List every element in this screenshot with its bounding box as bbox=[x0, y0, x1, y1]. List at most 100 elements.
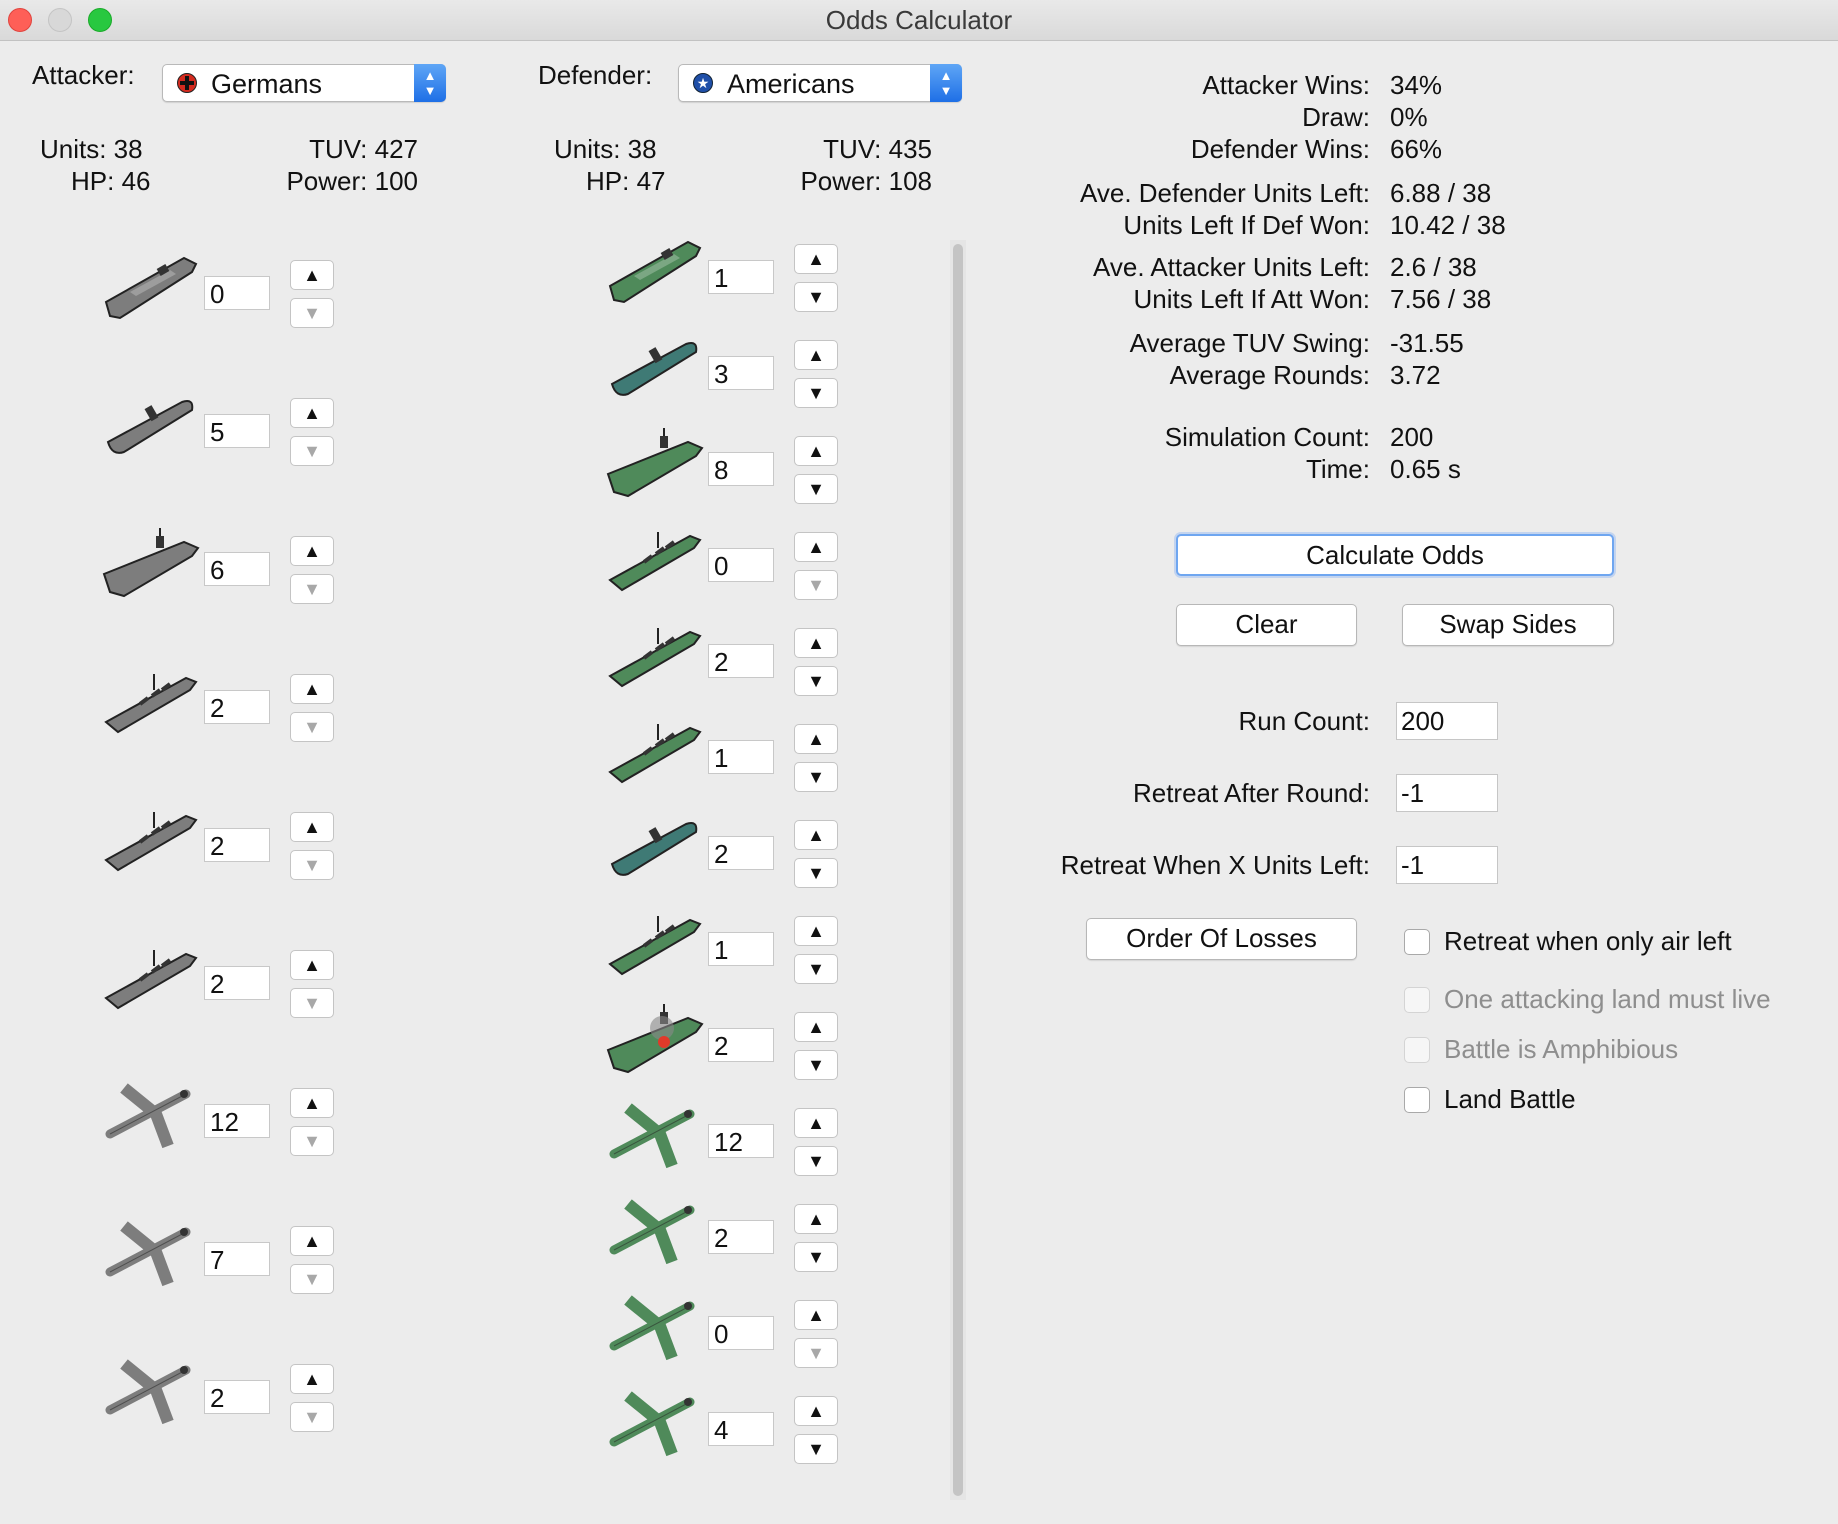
decrement-arrow-icon[interactable]: ▼ bbox=[794, 858, 838, 888]
option-checkbox-label[interactable]: Land Battle bbox=[1444, 1084, 1576, 1115]
decrement-arrow-icon[interactable]: ▼ bbox=[794, 954, 838, 984]
increment-arrow-icon[interactable]: ▲ bbox=[290, 1088, 334, 1118]
decrement-arrow-icon[interactable]: ▼ bbox=[794, 378, 838, 408]
decrement-arrow-icon[interactable]: ▼ bbox=[290, 850, 334, 880]
increment-arrow-icon[interactable]: ▲ bbox=[290, 950, 334, 980]
defender-unit-count-field[interactable]: 0 bbox=[708, 1316, 774, 1350]
defender-unit-count-field[interactable]: 1 bbox=[708, 260, 774, 294]
carrier-icon bbox=[100, 522, 200, 602]
result-value: 0.65 s bbox=[1390, 454, 1461, 484]
defender-unit-count-field[interactable]: 8 bbox=[708, 452, 774, 486]
decrement-arrow-icon[interactable]: ▼ bbox=[794, 1338, 838, 1368]
option-checkbox-label[interactable]: Retreat when only air left bbox=[1444, 926, 1732, 957]
fighter-icon bbox=[100, 1074, 200, 1154]
decrement-arrow-icon[interactable]: ▼ bbox=[794, 1434, 838, 1464]
carrier-icon bbox=[604, 422, 704, 502]
scrollbar-thumb[interactable] bbox=[953, 244, 963, 1496]
result-value: -31.55 bbox=[1390, 328, 1464, 358]
result-label: Attacker Wins: bbox=[1202, 70, 1370, 100]
retreat-after-round-label: Retreat After Round: bbox=[1132, 778, 1370, 808]
increment-arrow-icon[interactable]: ▲ bbox=[794, 1012, 838, 1042]
defender-unit-count-field[interactable]: 2 bbox=[708, 1220, 774, 1254]
increment-arrow-icon[interactable]: ▲ bbox=[794, 1108, 838, 1138]
increment-arrow-icon[interactable]: ▲ bbox=[794, 1396, 838, 1426]
increment-arrow-icon[interactable]: ▲ bbox=[794, 244, 838, 274]
attacker-unit-count-field[interactable]: 0 bbox=[204, 276, 270, 310]
decrement-arrow-icon[interactable]: ▼ bbox=[290, 574, 334, 604]
increment-arrow-icon[interactable]: ▲ bbox=[290, 1226, 334, 1256]
decrement-arrow-icon[interactable]: ▼ bbox=[290, 436, 334, 466]
attacker-unit-count-field[interactable]: 2 bbox=[204, 1380, 270, 1414]
defender-units-scrollbar[interactable] bbox=[950, 240, 966, 1500]
attacker-unit-count-field[interactable]: 7 bbox=[204, 1242, 270, 1276]
option-checkbox bbox=[1404, 1037, 1430, 1063]
submarine-icon bbox=[604, 806, 704, 886]
attacker-unit-count-field[interactable]: 2 bbox=[204, 828, 270, 862]
swap-sides-button[interactable]: Swap Sides bbox=[1402, 604, 1614, 646]
retreat-after-round-field[interactable]: -1 bbox=[1396, 774, 1498, 812]
increment-arrow-icon[interactable]: ▲ bbox=[794, 340, 838, 370]
defender-unit-count-field[interactable]: 0 bbox=[708, 548, 774, 582]
increment-arrow-icon[interactable]: ▲ bbox=[794, 1204, 838, 1234]
increment-arrow-icon[interactable]: ▲ bbox=[290, 674, 334, 704]
decrement-arrow-icon[interactable]: ▼ bbox=[794, 1242, 838, 1272]
attacker-nation-select[interactable]: Germans ▲ ▼ bbox=[162, 64, 446, 102]
attacker-unit-count-field[interactable]: 2 bbox=[204, 690, 270, 724]
increment-arrow-icon[interactable]: ▲ bbox=[794, 532, 838, 562]
decrement-arrow-icon[interactable]: ▼ bbox=[290, 298, 334, 328]
clear-button[interactable]: Clear bbox=[1176, 604, 1357, 646]
decrement-arrow-icon[interactable]: ▼ bbox=[794, 570, 838, 600]
run-count-field[interactable]: 200 bbox=[1396, 702, 1498, 740]
increment-arrow-icon[interactable]: ▲ bbox=[794, 628, 838, 658]
defender-unit-count-field[interactable]: 2 bbox=[708, 836, 774, 870]
defender-unit-count-field[interactable]: 2 bbox=[708, 1028, 774, 1062]
increment-arrow-icon[interactable]: ▲ bbox=[290, 812, 334, 842]
attacker-unit-count-field[interactable]: 2 bbox=[204, 966, 270, 1000]
result-label: Simulation Count: bbox=[1164, 422, 1370, 452]
defender-nation-select[interactable]: ★ Americans ▲ ▼ bbox=[678, 64, 962, 102]
increment-arrow-icon[interactable]: ▲ bbox=[290, 260, 334, 290]
retreat-units-left-field[interactable]: -1 bbox=[1396, 846, 1498, 884]
defender-unit-count-field[interactable]: 3 bbox=[708, 356, 774, 390]
decrement-arrow-icon[interactable]: ▼ bbox=[794, 762, 838, 792]
title-bar: Odds Calculator bbox=[0, 0, 1838, 41]
retreat-units-left-label: Retreat When X Units Left: bbox=[1060, 850, 1370, 880]
decrement-arrow-icon[interactable]: ▼ bbox=[794, 1050, 838, 1080]
submarine-icon bbox=[100, 384, 200, 464]
decrement-arrow-icon[interactable]: ▼ bbox=[794, 1146, 838, 1176]
option-checkbox[interactable] bbox=[1404, 929, 1430, 955]
increment-arrow-icon[interactable]: ▲ bbox=[794, 916, 838, 946]
increment-arrow-icon[interactable]: ▲ bbox=[794, 820, 838, 850]
increment-arrow-icon[interactable]: ▲ bbox=[290, 1364, 334, 1394]
decrement-arrow-icon[interactable]: ▼ bbox=[290, 1402, 334, 1432]
defender-unit-count-field[interactable]: 4 bbox=[708, 1412, 774, 1446]
decrement-arrow-icon[interactable]: ▼ bbox=[794, 666, 838, 696]
increment-arrow-icon[interactable]: ▲ bbox=[794, 436, 838, 466]
decrement-arrow-icon[interactable]: ▼ bbox=[290, 988, 334, 1018]
defender-unit-count-field[interactable]: 1 bbox=[708, 932, 774, 966]
defender-unit-count-field[interactable]: 12 bbox=[708, 1124, 774, 1158]
defender-unit-count-field[interactable]: 1 bbox=[708, 740, 774, 774]
attacker-label: Attacker: bbox=[32, 60, 135, 90]
select-chevrons-icon: ▲ ▼ bbox=[930, 64, 962, 102]
increment-arrow-icon[interactable]: ▲ bbox=[290, 398, 334, 428]
order-of-losses-button[interactable]: Order Of Losses bbox=[1086, 918, 1357, 960]
increment-arrow-icon[interactable]: ▲ bbox=[290, 536, 334, 566]
decrement-arrow-icon[interactable]: ▼ bbox=[290, 1126, 334, 1156]
increment-arrow-icon[interactable]: ▲ bbox=[794, 724, 838, 754]
result-value: 0% bbox=[1390, 102, 1428, 132]
attacker-unit-count-field[interactable]: 5 bbox=[204, 414, 270, 448]
decrement-arrow-icon[interactable]: ▼ bbox=[794, 282, 838, 312]
option-checkbox[interactable] bbox=[1404, 1087, 1430, 1113]
defender-unit-count-field[interactable]: 2 bbox=[708, 644, 774, 678]
attacker-unit-count-field[interactable]: 6 bbox=[204, 552, 270, 586]
result-label: Units Left If Def Won: bbox=[1123, 210, 1370, 240]
decrement-arrow-icon[interactable]: ▼ bbox=[290, 1264, 334, 1294]
increment-arrow-icon[interactable]: ▲ bbox=[794, 1300, 838, 1330]
attacker-unit-count-field[interactable]: 12 bbox=[204, 1104, 270, 1138]
german-flag-icon bbox=[177, 73, 197, 93]
calculate-odds-button[interactable]: Calculate Odds bbox=[1176, 534, 1614, 576]
transport-ship-icon bbox=[100, 246, 200, 326]
decrement-arrow-icon[interactable]: ▼ bbox=[794, 474, 838, 504]
decrement-arrow-icon[interactable]: ▼ bbox=[290, 712, 334, 742]
